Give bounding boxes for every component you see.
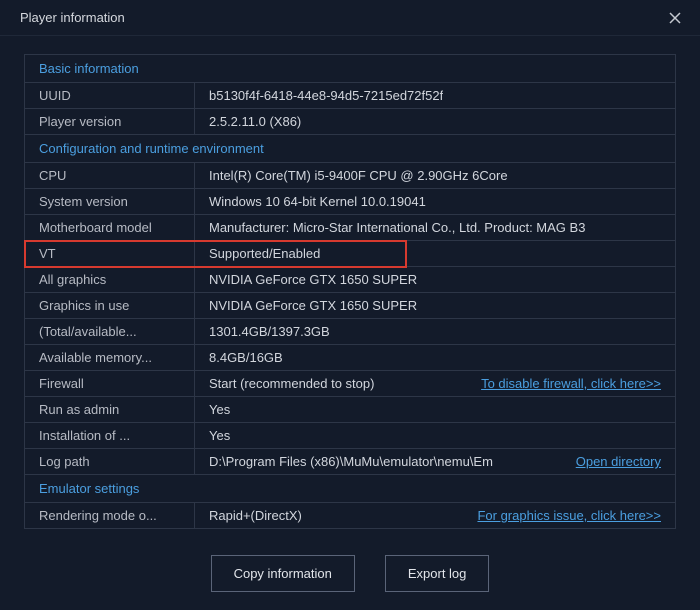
section-emulator-header: Emulator settings <box>25 475 675 503</box>
titlebar: Player information <box>0 0 700 36</box>
all-graphics-label: All graphics <box>25 267 195 292</box>
export-log-button[interactable]: Export log <box>385 555 490 592</box>
copy-information-button[interactable]: Copy information <box>211 555 355 592</box>
row-uuid: UUID b5130f4f-6418-44e8-94d5-7215ed72f52… <box>25 83 675 109</box>
log-path-value: D:\Program Files (x86)\MuMu\emulator\nem… <box>209 454 493 469</box>
uuid-value: b5130f4f-6418-44e8-94d5-7215ed72f52f <box>209 88 443 103</box>
graphics-in-use-label: Graphics in use <box>25 293 195 318</box>
row-log-path: Log path D:\Program Files (x86)\MuMu\emu… <box>25 449 675 475</box>
installation-value: Yes <box>209 428 230 443</box>
player-version-value: 2.5.2.11.0 (X86) <box>209 114 301 129</box>
row-disk: (Total/available... 1301.4GB/1397.3GB <box>25 319 675 345</box>
rendering-mode-value: Rapid+(DirectX) <box>209 508 302 523</box>
row-run-as-admin: Run as admin Yes <box>25 397 675 423</box>
memory-value: 8.4GB/16GB <box>209 350 283 365</box>
graphics-in-use-value: NVIDIA GeForce GTX 1650 SUPER <box>209 298 417 313</box>
section-config-header: Configuration and runtime environment <box>25 135 675 163</box>
open-directory-link[interactable]: Open directory <box>576 454 661 469</box>
row-graphics-in-use: Graphics in use NVIDIA GeForce GTX 1650 … <box>25 293 675 319</box>
cpu-value: Intel(R) Core(TM) i5-9400F CPU @ 2.90GHz… <box>209 168 508 183</box>
row-player-version: Player version 2.5.2.11.0 (X86) <box>25 109 675 135</box>
info-table: Basic information UUID b5130f4f-6418-44e… <box>24 54 676 529</box>
row-cpu: CPU Intel(R) Core(TM) i5-9400F CPU @ 2.9… <box>25 163 675 189</box>
vt-label: VT <box>25 241 195 266</box>
row-installation: Installation of ... Yes <box>25 423 675 449</box>
section-basic-header: Basic information <box>25 55 675 83</box>
uuid-label: UUID <box>25 83 195 108</box>
button-bar: Copy information Export log <box>0 536 700 610</box>
row-memory: Available memory... 8.4GB/16GB <box>25 345 675 371</box>
firewall-label: Firewall <box>25 371 195 396</box>
row-rendering-mode: Rendering mode o... Rapid+(DirectX) For … <box>25 503 675 529</box>
disk-value: 1301.4GB/1397.3GB <box>209 324 330 339</box>
firewall-disable-link[interactable]: To disable firewall, click here>> <box>481 376 661 391</box>
system-version-label: System version <box>25 189 195 214</box>
window-title: Player information <box>20 10 125 25</box>
row-firewall: Firewall Start (recommended to stop) To … <box>25 371 675 397</box>
disk-label: (Total/available... <box>25 319 195 344</box>
content-area: Basic information UUID b5130f4f-6418-44e… <box>0 36 700 536</box>
close-button[interactable] <box>664 7 686 29</box>
system-version-value: Windows 10 64-bit Kernel 10.0.19041 <box>209 194 426 209</box>
row-system-version: System version Windows 10 64-bit Kernel … <box>25 189 675 215</box>
row-all-graphics: All graphics NVIDIA GeForce GTX 1650 SUP… <box>25 267 675 293</box>
motherboard-label: Motherboard model <box>25 215 195 240</box>
motherboard-value: Manufacturer: Micro-Star International C… <box>209 220 585 235</box>
all-graphics-value: NVIDIA GeForce GTX 1650 SUPER <box>209 272 417 287</box>
rendering-mode-label: Rendering mode o... <box>25 503 195 528</box>
firewall-value: Start (recommended to stop) <box>209 376 374 391</box>
vt-value: Supported/Enabled <box>209 246 320 261</box>
cpu-label: CPU <box>25 163 195 188</box>
run-as-admin-label: Run as admin <box>25 397 195 422</box>
close-icon <box>669 12 681 24</box>
log-path-label: Log path <box>25 449 195 474</box>
graphics-issue-link[interactable]: For graphics issue, click here>> <box>477 508 661 523</box>
player-version-label: Player version <box>25 109 195 134</box>
run-as-admin-value: Yes <box>209 402 230 417</box>
row-motherboard: Motherboard model Manufacturer: Micro-St… <box>25 215 675 241</box>
row-vt: VT Supported/Enabled <box>25 241 675 267</box>
installation-label: Installation of ... <box>25 423 195 448</box>
memory-label: Available memory... <box>25 345 195 370</box>
